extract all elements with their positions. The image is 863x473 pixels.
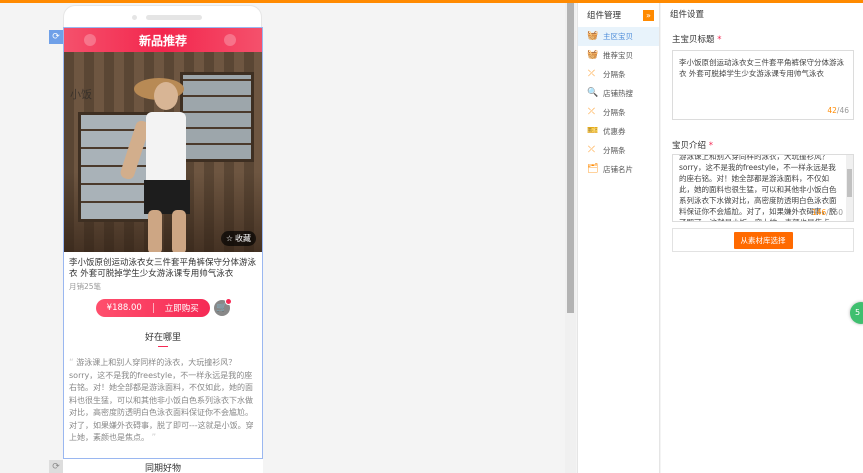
component-item-label: 分隔条 <box>603 146 626 155</box>
component-item[interactable]: 🗂 店铺名片 <box>578 160 659 179</box>
pick-from-library-button[interactable]: 从素材库选择 <box>733 231 793 249</box>
product-image: 小饭 ☆ 收藏 <box>64 52 262 252</box>
module-banner: 新品推荐 <box>64 28 262 52</box>
material-picker-box: 从素材库选择 <box>672 228 854 252</box>
component-item-label: 店铺名片 <box>603 165 633 174</box>
coupon-icon: 🎫 <box>587 126 599 136</box>
price: ¥188.00 <box>96 303 154 313</box>
intro-scrollbar[interactable] <box>846 155 853 221</box>
component-item[interactable]: ⤫ 分隔条 <box>578 103 659 122</box>
collect-label: 收藏 <box>235 234 251 243</box>
collect-button[interactable]: ☆ 收藏 <box>220 231 256 246</box>
component-item-label: 店铺热搜 <box>603 89 633 98</box>
phone-frame-header <box>63 5 262 27</box>
canvas-scroll-thumb[interactable] <box>567 3 574 313</box>
component-panel: 组件管理 » 🧺 主区宝贝 🧺 推荐宝贝 ⤫ 分隔条 🔍 店铺热搜 ⤫ 分隔条 🎫 优惠券 ⤫ 分隔条 🗂 店… <box>577 3 660 473</box>
divider-icon: ⤫ <box>587 69 596 79</box>
component-item-label: 分隔条 <box>603 70 626 79</box>
cart-badge <box>225 298 232 305</box>
item-title: 李小饭原创运动泳衣女三件套平角裤保守分体游泳衣 外套可脱掉学生少女游泳课专用帅气… <box>69 258 257 279</box>
component-item[interactable]: 🧺 主区宝贝 <box>578 27 659 46</box>
product-description: “ 游泳课上和别人穿同样的泳衣，大玩撞衫风？sorry，这不是我的freesty… <box>64 347 262 445</box>
brand-watermark: 小饭 <box>70 88 92 101</box>
intro-label: 宝贝介绍 * <box>672 141 713 151</box>
component-panel-header: 组件管理 » <box>578 3 659 27</box>
phone-camera <box>132 15 137 20</box>
collapse-icon[interactable]: » <box>643 9 654 21</box>
quote-close-icon: ” <box>151 433 157 443</box>
component-item[interactable]: 🧺 推荐宝贝 <box>578 46 659 65</box>
basket-icon: 🧺 <box>587 50 599 60</box>
section-title: 好在哪里 <box>144 333 181 343</box>
component-item-label: 分隔条 <box>603 108 626 117</box>
product-module[interactable]: 新品推荐 小饭 ☆ 收藏 李小饭原创运动泳衣女三件套平角裤保守分体游泳衣 外套可… <box>63 27 263 459</box>
refresh-tag-icon[interactable]: ⟳ <box>49 460 63 473</box>
main-title-field[interactable]: 李小饭原创运动泳衣女三件套平角裤保守分体游泳衣 外套可脱掉学生少女游泳课专用帅气… <box>672 50 854 120</box>
component-item-label: 推荐宝贝 <box>603 51 633 60</box>
intro-field[interactable]: 游泳课上和别人穿同样的泳衣，大玩撞衫风？sorry，这不是我的freestyle… <box>672 154 854 222</box>
phone-speaker <box>146 15 202 20</box>
intro-counter: 146/150 <box>811 208 843 217</box>
buy-row: ¥188.00 立即购买 🛒 <box>64 298 262 317</box>
buy-button[interactable]: ¥188.00 立即购买 <box>96 299 210 317</box>
basket-icon: 🧺 <box>587 31 599 41</box>
search-icon: 🔍 <box>587 88 599 98</box>
component-panel-title: 组件管理 <box>587 11 622 21</box>
component-item[interactable]: 🔍 店铺热搜 <box>578 84 659 103</box>
refresh-tag-icon[interactable]: ⟳ <box>49 30 63 44</box>
divider-icon: ⤫ <box>587 145 596 155</box>
main-title-counter: 42/46 <box>827 106 849 115</box>
component-item-label: 优惠券 <box>603 127 626 136</box>
main-title-label: 主宝贝标题 * <box>672 35 722 45</box>
cart-icon[interactable]: 🛒 <box>214 298 232 316</box>
model-figure <box>119 78 194 252</box>
component-item[interactable]: 🎫 优惠券 <box>578 122 659 141</box>
item-sales: 月销25笔 <box>69 282 102 291</box>
card-icon: 🗂 <box>587 164 599 174</box>
settings-panel: 组件设置 主宝贝标题 * 李小饭原创运动泳衣女三件套平角裤保守分体游泳衣 外套可… <box>661 3 863 473</box>
component-item[interactable]: ⤫ 分隔条 <box>578 141 659 160</box>
next-section-title: 同期好物 <box>63 459 263 473</box>
settings-title: 组件设置 <box>670 10 705 20</box>
buy-now-label: 立即购买 <box>164 304 199 314</box>
component-list: 🧺 主区宝贝 🧺 推荐宝贝 ⤫ 分隔条 🔍 店铺热搜 ⤫ 分隔条 🎫 优惠券 ⤫ 分隔条 🗂 店铺名片 <box>578 27 659 179</box>
main-title-value: 李小饭原创运动泳衣女三件套平角裤保守分体游泳衣 外套可脱掉学生少女游泳课专用帅气… <box>679 58 844 78</box>
component-item-label: 主区宝贝 <box>603 32 633 41</box>
star-icon: ☆ <box>225 234 233 243</box>
quote-open-icon: “ <box>69 358 74 368</box>
component-item[interactable]: ⤫ 分隔条 <box>578 65 659 84</box>
description-text: 游泳课上和别人穿同样的泳衣，大玩撞衫风？sorry，这不是我的freestyle… <box>69 358 254 442</box>
divider-icon: ⤫ <box>587 107 596 117</box>
